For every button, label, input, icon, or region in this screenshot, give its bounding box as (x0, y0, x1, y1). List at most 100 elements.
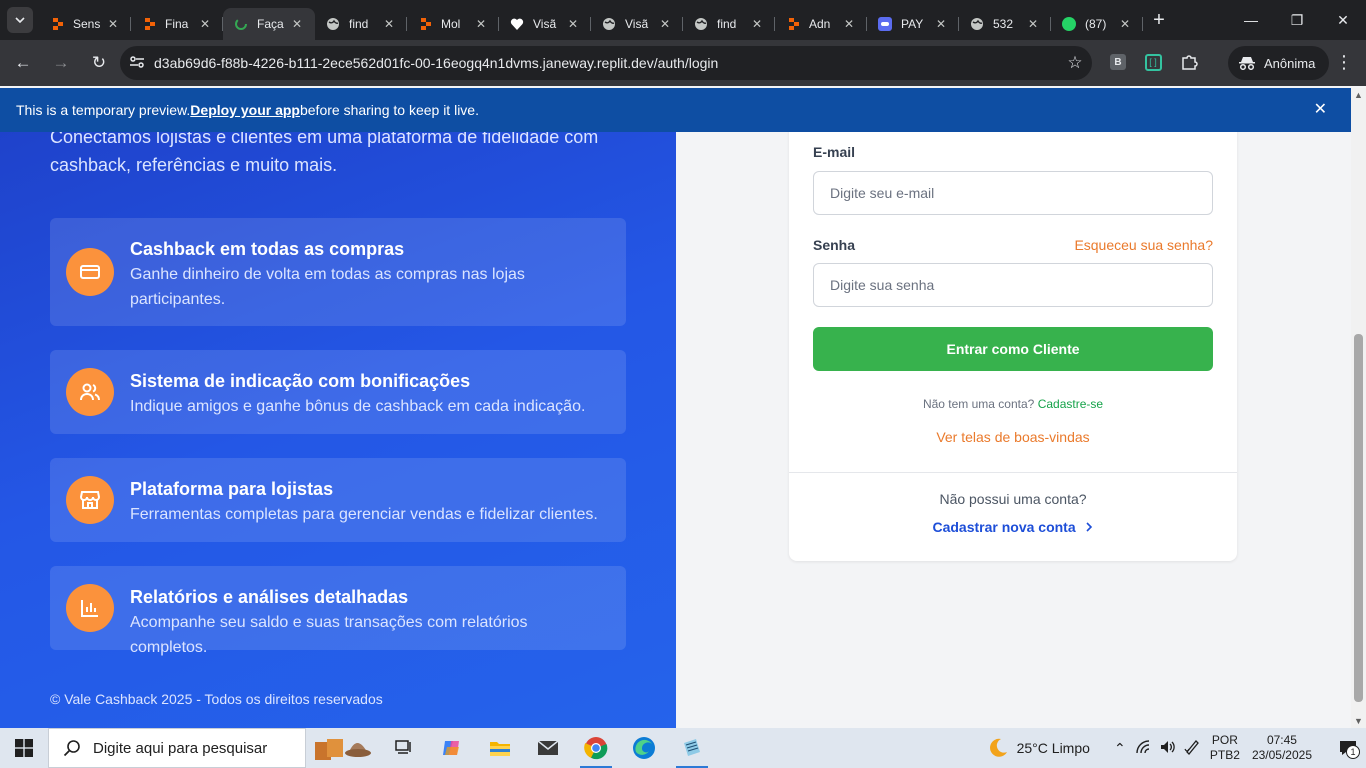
tab-search-button[interactable] (7, 7, 33, 33)
feature-title: Cashback em todas as compras (130, 239, 405, 259)
extension-bracket-icon[interactable]: [ ] (1139, 48, 1167, 76)
browser-tab[interactable]: Mol ✕ (407, 8, 499, 40)
browser-menu-icon[interactable]: ⋮ (1330, 48, 1358, 76)
close-window-button[interactable]: ✕ (1320, 0, 1366, 40)
password-label: Senha (813, 237, 856, 253)
close-tab-icon[interactable]: ✕ (105, 17, 121, 31)
browser-tab[interactable]: Visã ✕ (591, 8, 683, 40)
close-tab-icon[interactable]: ✕ (565, 17, 581, 31)
no-account-text: Não possui uma conta? (939, 491, 1087, 507)
login-card: E-mail Senha Esqueceu sua senha? Entrar … (789, 88, 1237, 561)
extension-b-icon[interactable]: B (1104, 48, 1132, 76)
language-code: POR (1211, 733, 1238, 747)
close-tab-icon[interactable]: ✕ (381, 17, 397, 31)
mail-icon[interactable] (524, 728, 572, 768)
tab-title: Faça (257, 17, 284, 31)
browser-tab[interactable]: 532 ✕ (959, 8, 1051, 40)
tab-title: Adn (809, 17, 831, 31)
preview-banner: This is a temporary preview. Deploy your… (0, 88, 1351, 132)
extensions-puzzle-icon[interactable] (1175, 48, 1203, 76)
scroll-up-arrow[interactable]: ▲ (1354, 90, 1363, 100)
volume-icon[interactable] (1156, 740, 1180, 757)
chrome-taskbar-icon[interactable] (572, 728, 620, 768)
password-field[interactable] (813, 263, 1213, 307)
system-tray: 25°C Limpo ⌃ POR PTB2 07:45 23/05/2025 1 (987, 728, 1366, 768)
close-tab-icon[interactable]: ✕ (289, 17, 305, 31)
email-field[interactable] (813, 171, 1213, 215)
chevron-up-icon[interactable]: ⌃ (1108, 740, 1132, 757)
taskbar-search[interactable]: Digite aqui para pesquisar (48, 728, 306, 768)
browser-tab[interactable]: Adn ✕ (775, 8, 867, 40)
tab-title: Visã (533, 17, 557, 31)
close-banner-icon[interactable]: ✕ (1314, 99, 1327, 119)
browser-tab[interactable]: Sens ✕ (39, 8, 131, 40)
forward-button[interactable]: → (44, 46, 78, 80)
input-language[interactable]: POR PTB2 (1210, 733, 1240, 763)
tab-title: (87) (1085, 17, 1107, 31)
browser-tab[interactable]: find ✕ (683, 8, 775, 40)
reload-button[interactable]: ↻ (82, 46, 116, 80)
browser-tab[interactable]: Visã ✕ (499, 8, 591, 40)
incognito-icon (1239, 57, 1255, 70)
tab-title: PAY (901, 17, 924, 31)
notification-center-button[interactable]: 1 (1330, 728, 1366, 768)
file-explorer-icon[interactable] (476, 728, 524, 768)
url-text[interactable]: d3ab69d6-f88b-4226-b111-2ece562d01fc-00-… (154, 55, 1058, 71)
browser-tab[interactable]: Faça ✕ (223, 8, 315, 40)
minimize-button[interactable]: — (1228, 0, 1274, 40)
close-tab-icon[interactable]: ✕ (197, 17, 213, 31)
copilot-icon[interactable] (428, 728, 476, 768)
globe-icon (601, 16, 617, 32)
tab-title: find (717, 17, 737, 31)
incognito-badge[interactable]: Anônima (1228, 46, 1330, 80)
new-tab-button[interactable]: + (1145, 6, 1173, 34)
start-button[interactable] (0, 728, 48, 768)
scrollbar-thumb[interactable] (1354, 334, 1363, 702)
email-label: E-mail (813, 144, 856, 160)
pen-icon[interactable] (1180, 739, 1204, 758)
bookmark-star-icon[interactable]: ☆ (1058, 53, 1092, 73)
deploy-app-link[interactable]: Deploy your app (190, 102, 300, 118)
create-account-link[interactable]: Cadastrar nova conta (789, 519, 1237, 535)
task-view-icon[interactable] (380, 728, 428, 768)
close-tab-icon[interactable]: ✕ (749, 17, 765, 31)
keyboard-layout: PTB2 (1209, 748, 1240, 762)
clock[interactable]: 07:45 23/05/2025 (1252, 733, 1312, 763)
browser-tab[interactable]: (87) ✕ (1051, 8, 1143, 40)
forgot-password-link[interactable]: Esqueceu sua senha? (1074, 237, 1213, 253)
close-tab-icon[interactable]: ✕ (657, 17, 673, 31)
feature-card-reports: Relatórios e análises detalhadas Acompan… (50, 566, 626, 656)
address-bar[interactable]: d3ab69d6-f88b-4226-b111-2ece562d01fc-00-… (120, 46, 1092, 80)
page-scrollbar[interactable]: ▲ ▼ (1351, 88, 1366, 728)
close-tab-icon[interactable]: ✕ (473, 17, 489, 31)
signup-link[interactable]: Cadastre-se (1038, 397, 1103, 411)
browser-tab[interactable]: Fina ✕ (131, 8, 223, 40)
welcome-screens-link[interactable]: Ver telas de boas-vindas (789, 429, 1237, 445)
edge-icon[interactable] (620, 728, 668, 768)
network-icon[interactable] (1132, 739, 1156, 757)
browser-tab-strip: Sens ✕ Fina ✕ Faça ✕ find ✕ Mol ✕ Visã ✕ Visã ✕ find ✕ A… (0, 0, 1366, 40)
browser-toolbar: ← → ↻ d3ab69d6-f88b-4226-b111-2ece562d01… (0, 40, 1366, 86)
scroll-down-arrow[interactable]: ▼ (1354, 716, 1363, 726)
back-button[interactable]: ← (6, 46, 40, 80)
window-controls: — ❐ ✕ (1228, 0, 1366, 40)
clock-time: 07:45 (1266, 733, 1297, 747)
tab-list: Sens ✕ Fina ✕ Faça ✕ find ✕ Mol ✕ Visã ✕ Visã ✕ find ✕ A… (39, 0, 1143, 40)
tab-title: Mol (441, 17, 461, 31)
notification-count: 1 (1346, 745, 1360, 759)
notepad-app-icon[interactable] (668, 728, 716, 768)
close-tab-icon[interactable]: ✕ (1117, 17, 1133, 31)
close-tab-icon[interactable]: ✕ (841, 17, 857, 31)
browser-tab[interactable]: PAY ✕ (867, 8, 959, 40)
restore-button[interactable]: ❐ (1274, 0, 1320, 40)
browser-tab[interactable]: find ✕ (315, 8, 407, 40)
create-account-label: Cadastrar nova conta (932, 519, 1076, 535)
close-tab-icon[interactable]: ✕ (1025, 17, 1041, 31)
replit-icon (417, 16, 433, 32)
site-info-icon[interactable] (120, 55, 154, 72)
replit-icon (49, 16, 65, 32)
close-tab-icon[interactable]: ✕ (933, 17, 949, 31)
login-submit-button[interactable]: Entrar como Cliente (813, 327, 1213, 371)
weather-widget[interactable]: 25°C Limpo (987, 737, 1090, 759)
search-highlight-icon[interactable] (306, 728, 380, 768)
